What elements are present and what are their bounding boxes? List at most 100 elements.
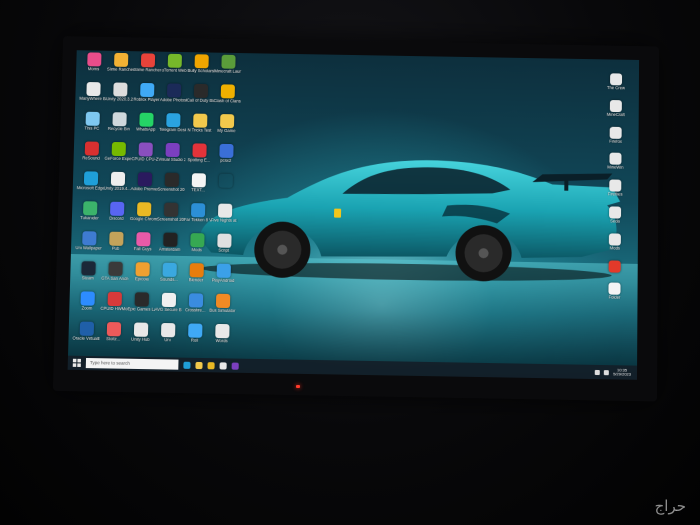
desktop-right-icon-item[interactable]: Seda <box>600 206 630 224</box>
desktop-icon-item[interactable]: ManyWhere Backup <box>79 82 107 111</box>
desktop-icon-item[interactable]: Amsterdam <box>156 232 184 262</box>
desktop-icon-item[interactable]: This PC <box>78 112 106 141</box>
desktop-icon-item[interactable] <box>211 174 239 203</box>
desktop-icon-item[interactable]: Zoom <box>73 291 101 321</box>
desktop-icon-item[interactable]: Slime Rancher <box>107 53 135 82</box>
taskbar-app-icon[interactable] <box>183 361 190 368</box>
taskbar-app-icon[interactable] <box>232 362 239 369</box>
desktop-icon-item[interactable]: ReSound <box>77 141 105 170</box>
app-icon <box>136 232 150 246</box>
monitor: Moms Slime Rancher Slime Rancher uTorrent W… <box>53 36 659 401</box>
desktop-right-icon-item[interactable]: Mods <box>600 233 630 251</box>
desktop-icon-item[interactable]: Discord <box>103 202 131 231</box>
icon-label: Screenshot 2023-05... <box>157 217 184 222</box>
desktop-icon-item[interactable]: AVG Secure Browser <box>154 293 182 323</box>
desktop-icon-item[interactable]: Uni Wallpaper <box>75 231 103 261</box>
app-icon <box>609 233 621 245</box>
desktop-icon-item[interactable]: Sounds... <box>155 263 183 293</box>
desktop-icon-item[interactable]: WhatsApp <box>132 113 160 142</box>
desktop-icon-item[interactable]: Uni <box>154 323 182 353</box>
desktop-right-icon-item[interactable]: Folder <box>599 282 629 300</box>
desktop-right-icon-item[interactable]: Firefox <box>601 126 631 144</box>
desktop-icon-item[interactable]: N Tricks Test <box>186 113 214 142</box>
icon-label: GeForce Experience <box>104 157 131 162</box>
network-icon[interactable] <box>595 369 600 374</box>
desktop-icon-item[interactable]: Screenshot 2023-05... <box>157 203 185 232</box>
icon-label: Microsoft Edge <box>77 186 104 191</box>
desktop-icon-item[interactable]: Blender <box>182 263 210 293</box>
desktop-icon-item[interactable]: Stoltz... <box>99 322 127 352</box>
desktop-right-icon-item[interactable]: The Crew <box>601 73 631 91</box>
desktop-icon-item[interactable]: Recycle Bin <box>105 112 133 141</box>
desktop-icon-item[interactable]: CPUID CPU-Z <box>131 142 159 171</box>
desktop-icon-item[interactable]: CPUID HWMonitor <box>100 292 128 322</box>
app-icon <box>139 113 153 127</box>
taskbar-clock[interactable]: 10:35 5/29/2023 <box>613 368 631 377</box>
windows-icon <box>73 359 81 367</box>
desktop-right-icon-item[interactable]: MineWin <box>600 153 630 171</box>
desktop-right-icon-item[interactable] <box>600 260 630 274</box>
desktop-icon-item[interactable]: Bully Scholarship <box>187 54 215 83</box>
desktop-icon-item[interactable]: Bus Simulator <box>209 294 237 324</box>
desktop-icon-item[interactable]: Screenshot 2023-05... <box>157 173 185 202</box>
desktop-icon-item[interactable]: GTA San Andreas <box>101 262 129 292</box>
desktop-icon-item[interactable]: Moms <box>80 52 108 81</box>
desktop-icon-item[interactable]: Unity Hub <box>126 322 154 352</box>
desktop-icon-item[interactable]: Pub <box>102 232 130 262</box>
taskbar-search-input[interactable]: Type here to search <box>86 358 179 370</box>
desktop-right-icon-item[interactable]: Fireflies <box>600 179 630 197</box>
desktop-icon-item[interactable]: Steam <box>74 261 102 291</box>
taskbar-app-icon[interactable] <box>220 362 227 369</box>
desktop-icon-item[interactable]: Unity 2019.4... <box>103 172 131 201</box>
app-icon <box>216 264 230 278</box>
desktop-icon-item[interactable]: Epic Games Launcher <box>127 292 155 322</box>
icon-label: Mods <box>600 246 630 251</box>
desktop-icon-item[interactable]: Roll <box>181 323 209 353</box>
app-icon <box>110 202 124 216</box>
desktop-icon-item[interactable]: pcsx2 <box>212 144 240 173</box>
app-icon <box>163 233 177 247</box>
volume-icon[interactable] <box>604 370 609 375</box>
desktop-icon-item[interactable]: My Game <box>213 114 241 143</box>
app-icon <box>191 173 205 187</box>
desktop-icon-item[interactable]: PlayAndroid <box>209 263 237 293</box>
desktop-icon-item[interactable]: uTorrent Web <box>160 54 188 83</box>
desktop-icon-item[interactable]: Fall Guys <box>129 232 157 262</box>
desktop-icon-item[interactable]: Microsoft Edge <box>76 171 104 200</box>
desktop-right-icon-item[interactable]: MineCraft <box>601 100 631 118</box>
desktop-icon-item[interactable]: Spotting E... <box>185 143 213 172</box>
app-icon <box>107 292 121 306</box>
desktop-icon-item[interactable]: Oracle VirtualBox <box>72 321 100 351</box>
desktop-icon-item[interactable]: Epicoia <box>128 262 156 292</box>
desktop-icon-item[interactable]: Roblox Player <box>133 83 161 112</box>
desktop-icon-item[interactable]: Script <box>210 233 238 263</box>
icon-label: Tukanider <box>76 216 103 221</box>
app-icon <box>188 293 202 307</box>
desktop-icon-item[interactable]: Telegram Desktop <box>159 113 187 142</box>
icon-label: Roll <box>181 338 208 343</box>
desktop-icon-item[interactable]: Adobe Photoshop <box>160 83 188 112</box>
desktop-icon-item[interactable]: Clash of Clans <box>213 84 241 113</box>
desktop-icon-item[interactable]: Visual Studio 2019 <box>158 143 186 172</box>
desktop-icon-item[interactable]: GeForce Experience <box>104 142 132 171</box>
desktop-icon-item[interactable]: Far Tekken 8 Village <box>184 203 212 232</box>
desktop-icon-item[interactable]: Mods <box>183 233 211 263</box>
desktop-icon-item[interactable]: Five Nights at Freddy's <box>211 203 239 232</box>
desktop-icon-item[interactable]: Words <box>208 324 236 354</box>
start-button[interactable] <box>71 357 83 369</box>
desktop-icon-item[interactable]: Slime Rancher <box>134 53 162 82</box>
desktop-icon-item[interactable]: TEXT... <box>184 173 212 202</box>
desktop-icon-item[interactable]: Minecraft Launcher <box>214 55 241 84</box>
desktop-icon-item[interactable]: Call of Duty Black Ops III <box>187 84 215 113</box>
desktop-icon-item[interactable]: Crossfire... <box>181 293 209 323</box>
taskbar-app-icon[interactable] <box>195 361 202 368</box>
icon-label: Oracle VirtualBox <box>72 337 99 342</box>
icon-label: Stoltz... <box>100 337 127 342</box>
taskbar-app-icon[interactable] <box>207 362 214 369</box>
desktop-icon-item[interactable]: Adobe Premiere Pro <box>130 172 158 201</box>
desktop-icon-item[interactable]: Google Chrome <box>130 202 158 231</box>
desktop-icon-item[interactable]: Tukanider <box>76 201 104 230</box>
app-icon <box>608 282 620 294</box>
desktop-screen: Moms Slime Rancher Slime Rancher uTorrent W… <box>68 50 639 380</box>
desktop-icon-item[interactable]: Unity 2020.3.24... <box>106 82 134 111</box>
